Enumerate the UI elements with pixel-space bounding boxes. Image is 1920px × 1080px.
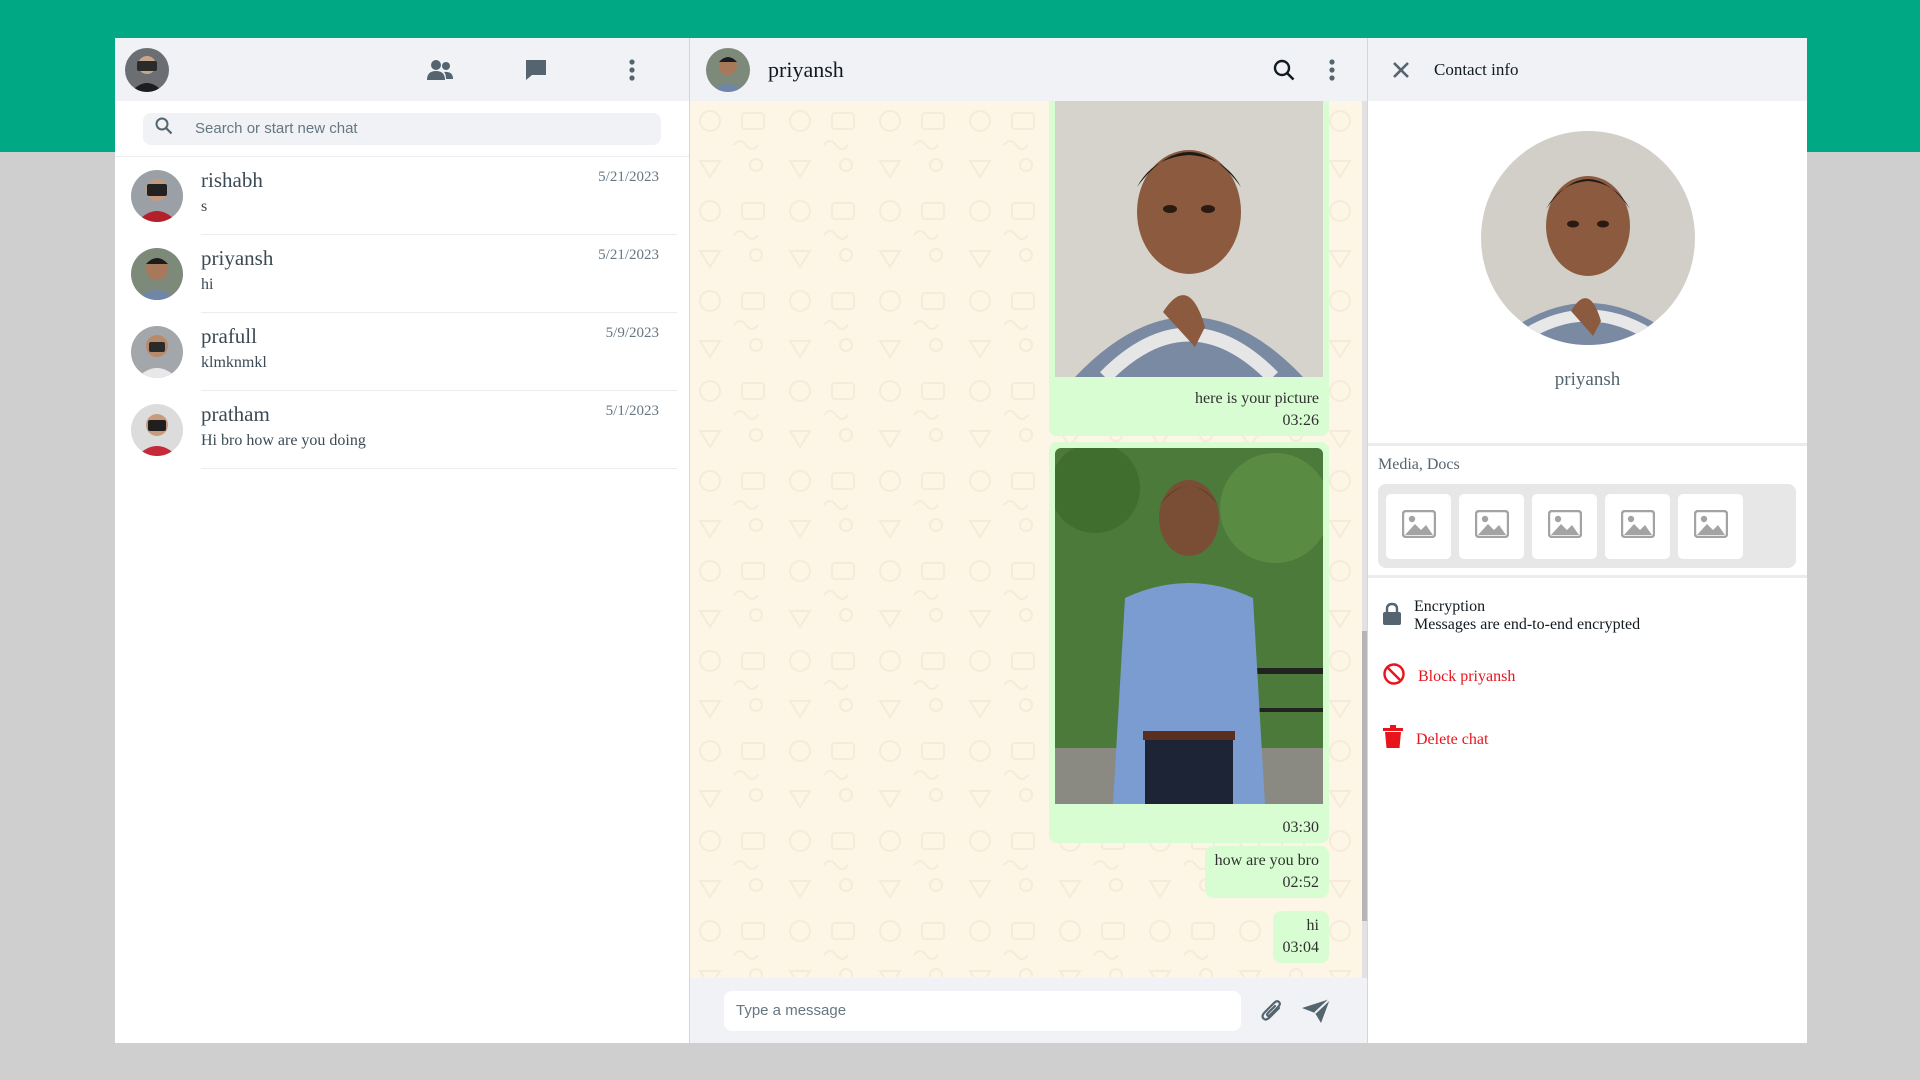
image-icon bbox=[1547, 509, 1582, 543]
scrollbar[interactable] bbox=[1362, 101, 1367, 978]
send-icon[interactable] bbox=[1295, 990, 1337, 1032]
block-contact-button[interactable]: Block priyansh bbox=[1368, 662, 1807, 691]
message-photo[interactable] bbox=[1055, 448, 1323, 809]
my-avatar[interactable] bbox=[125, 47, 169, 92]
image-icon bbox=[1693, 509, 1728, 543]
search-icon[interactable] bbox=[1263, 49, 1305, 91]
search-icon bbox=[155, 117, 173, 140]
chat-preview: Hi bro how are you doing bbox=[201, 432, 366, 449]
avatar bbox=[131, 326, 183, 378]
chat-preview: s bbox=[201, 198, 208, 215]
media-label: Media, Docs bbox=[1378, 456, 1460, 473]
message-time: 02:52 bbox=[1282, 874, 1319, 891]
message-time: 03:04 bbox=[1282, 939, 1319, 956]
chat-date: 5/9/2023 bbox=[605, 325, 659, 341]
contact-info-title: Contact info bbox=[1434, 59, 1519, 79]
chat-item-priyansh[interactable]: priyansh hi 5/21/2023 bbox=[115, 235, 689, 313]
contact-info-panel: Contact info priyansh Media, Docs Encryp… bbox=[1368, 38, 1807, 1043]
chat-item-pratham[interactable]: pratham Hi bro how are you doing 5/1/202… bbox=[115, 391, 689, 469]
search-box bbox=[143, 112, 661, 145]
avatar bbox=[131, 170, 183, 222]
media-thumbnail[interactable] bbox=[1532, 493, 1597, 559]
menu-dots-icon[interactable] bbox=[611, 49, 653, 91]
paperclip-icon[interactable] bbox=[1251, 990, 1293, 1032]
chat-list: rishabh s 5/21/2023 priyansh hi 5/21/202… bbox=[115, 157, 689, 1043]
media-thumbnail[interactable] bbox=[1459, 493, 1524, 559]
conversation-title[interactable]: priyansh bbox=[768, 57, 844, 83]
conversation-header: priyansh bbox=[690, 38, 1367, 101]
lock-icon bbox=[1382, 602, 1402, 631]
message-text: hi bbox=[1306, 917, 1319, 934]
message-photo[interactable] bbox=[1055, 101, 1323, 382]
block-icon bbox=[1382, 662, 1406, 691]
encryption-row[interactable]: Encryption Messages are end-to-end encry… bbox=[1368, 598, 1807, 634]
chat-date: 5/1/2023 bbox=[605, 403, 659, 419]
avatar bbox=[131, 248, 183, 300]
message-bubble[interactable]: here is your picture 03:26 bbox=[1049, 101, 1329, 436]
media-thumbnail[interactable] bbox=[1605, 493, 1670, 559]
message-bubble[interactable]: how are you bro 02:52 bbox=[1204, 846, 1329, 898]
media-section: Media, Docs bbox=[1368, 446, 1807, 578]
media-gallery bbox=[1378, 484, 1796, 568]
close-icon[interactable] bbox=[1380, 49, 1422, 91]
search-bar bbox=[115, 101, 689, 157]
menu-dots-icon[interactable] bbox=[1311, 49, 1353, 91]
message-area[interactable]: here is your picture 03:26 03:30 how are… bbox=[690, 101, 1367, 978]
message-text: how are you bro bbox=[1214, 852, 1319, 869]
app-window: rishabh s 5/21/2023 priyansh hi 5/21/202… bbox=[115, 38, 1807, 1043]
contact-avatar[interactable] bbox=[706, 47, 750, 92]
contact-info-header: Contact info bbox=[1368, 38, 1807, 101]
delete-label: Delete chat bbox=[1416, 730, 1489, 748]
message-bubble[interactable]: 03:30 bbox=[1049, 442, 1329, 843]
encryption-title: Encryption bbox=[1414, 598, 1486, 615]
chat-item-prafull[interactable]: prafull klmknmkl 5/9/2023 bbox=[115, 313, 689, 391]
image-icon bbox=[1474, 509, 1509, 543]
message-input[interactable] bbox=[724, 990, 1241, 1031]
media-thumbnail[interactable] bbox=[1386, 493, 1451, 559]
chat-icon[interactable] bbox=[515, 49, 557, 91]
chat-preview: hi bbox=[201, 276, 214, 293]
contact-profile: priyansh bbox=[1368, 101, 1807, 446]
chat-date: 5/21/2023 bbox=[598, 169, 659, 185]
scrollbar-thumb[interactable] bbox=[1362, 631, 1367, 921]
trash-icon bbox=[1382, 725, 1404, 754]
message-bubble[interactable]: hi 03:04 bbox=[1272, 911, 1329, 963]
community-icon[interactable] bbox=[419, 49, 461, 91]
image-icon bbox=[1620, 509, 1655, 543]
block-label: Block priyansh bbox=[1418, 667, 1516, 685]
media-thumbnail[interactable] bbox=[1678, 493, 1743, 559]
left-header bbox=[115, 38, 689, 101]
delete-chat-button[interactable]: Delete chat bbox=[1368, 725, 1807, 754]
message-time: 03:30 bbox=[1282, 819, 1319, 836]
message-composer bbox=[690, 978, 1367, 1043]
contact-name: priyansh bbox=[1554, 369, 1621, 390]
chat-date: 5/21/2023 bbox=[598, 247, 659, 263]
contact-profile-photo[interactable] bbox=[1480, 131, 1695, 345]
avatar bbox=[131, 404, 183, 456]
encryption-subtitle: Messages are end-to-end encrypted bbox=[1414, 616, 1641, 633]
search-input[interactable] bbox=[195, 120, 625, 137]
message-time: 03:26 bbox=[1282, 412, 1319, 429]
chat-item-rishabh[interactable]: rishabh s 5/21/2023 bbox=[115, 157, 689, 235]
conversation-panel: priyansh here is your picture 03:26 03:3… bbox=[690, 38, 1368, 1043]
chat-preview: klmknmkl bbox=[201, 354, 267, 371]
chat-list-panel: rishabh s 5/21/2023 priyansh hi 5/21/202… bbox=[115, 38, 690, 1043]
image-icon bbox=[1401, 509, 1436, 543]
message-caption: here is your picture bbox=[1195, 390, 1319, 407]
